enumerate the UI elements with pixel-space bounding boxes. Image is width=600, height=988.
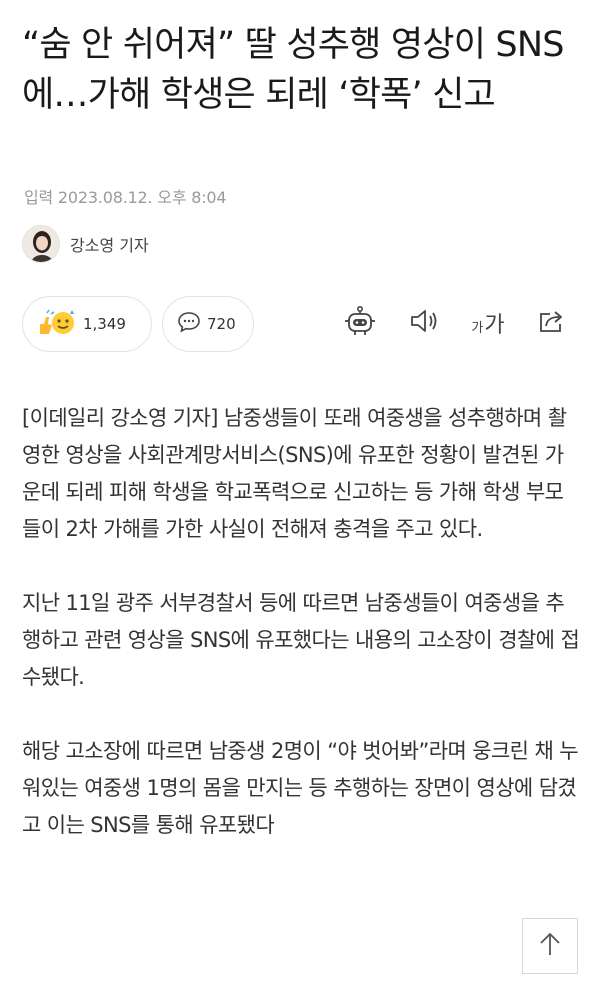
comment-bubble-icon — [177, 311, 201, 337]
article-paragraph: [이데일리 강소영 기자] 남중생들이 또래 여중생을 성추행하며 촬영한 영상… — [22, 406, 567, 541]
share-icon — [538, 308, 566, 338]
article-paragraph: 지난 11일 광주 서부경찰서 등에 따르면 남중생들이 여중생을 추행하고 관… — [22, 591, 580, 689]
reaction-emoji-icon — [37, 308, 77, 340]
article-headline: “숨 안 쉬어져” 딸 성추행 영상이 SNS에…가해 학생은 되레 ‘학폭’ … — [22, 25, 564, 115]
author-avatar — [22, 225, 60, 263]
arrow-up-icon — [539, 931, 561, 961]
font-size-button[interactable]: 가가 — [470, 305, 506, 341]
share-button[interactable] — [534, 305, 570, 341]
comment-button[interactable]: 720 — [162, 296, 254, 352]
publish-date: 입력 2023.08.12. 오후 8:04 — [24, 188, 227, 207]
reaction-count: 1,349 — [83, 315, 126, 333]
summary-button[interactable] — [342, 305, 378, 341]
author-name: 강소영 기자 — [70, 236, 149, 255]
reaction-button[interactable]: 1,349 — [22, 296, 152, 352]
author-byline[interactable]: 강소영 기자 — [22, 225, 149, 263]
scroll-to-top-button[interactable] — [522, 918, 578, 974]
article-body: [이데일리 강소영 기자] 남중생들이 또래 여중생을 성추행하며 촬영한 영상… — [22, 400, 582, 881]
speaker-icon — [409, 308, 439, 338]
article-paragraph: 해당 고소장에 따르면 남중생 2명이 “야 벗어봐”라며 웅크린 채 누워있는… — [22, 739, 579, 837]
robot-summary-icon — [343, 305, 377, 341]
font-size-icon: 가가 — [471, 313, 505, 338]
article-toolbar: 가가 — [342, 305, 570, 341]
listen-button[interactable] — [406, 305, 442, 341]
comment-count: 720 — [207, 315, 236, 333]
